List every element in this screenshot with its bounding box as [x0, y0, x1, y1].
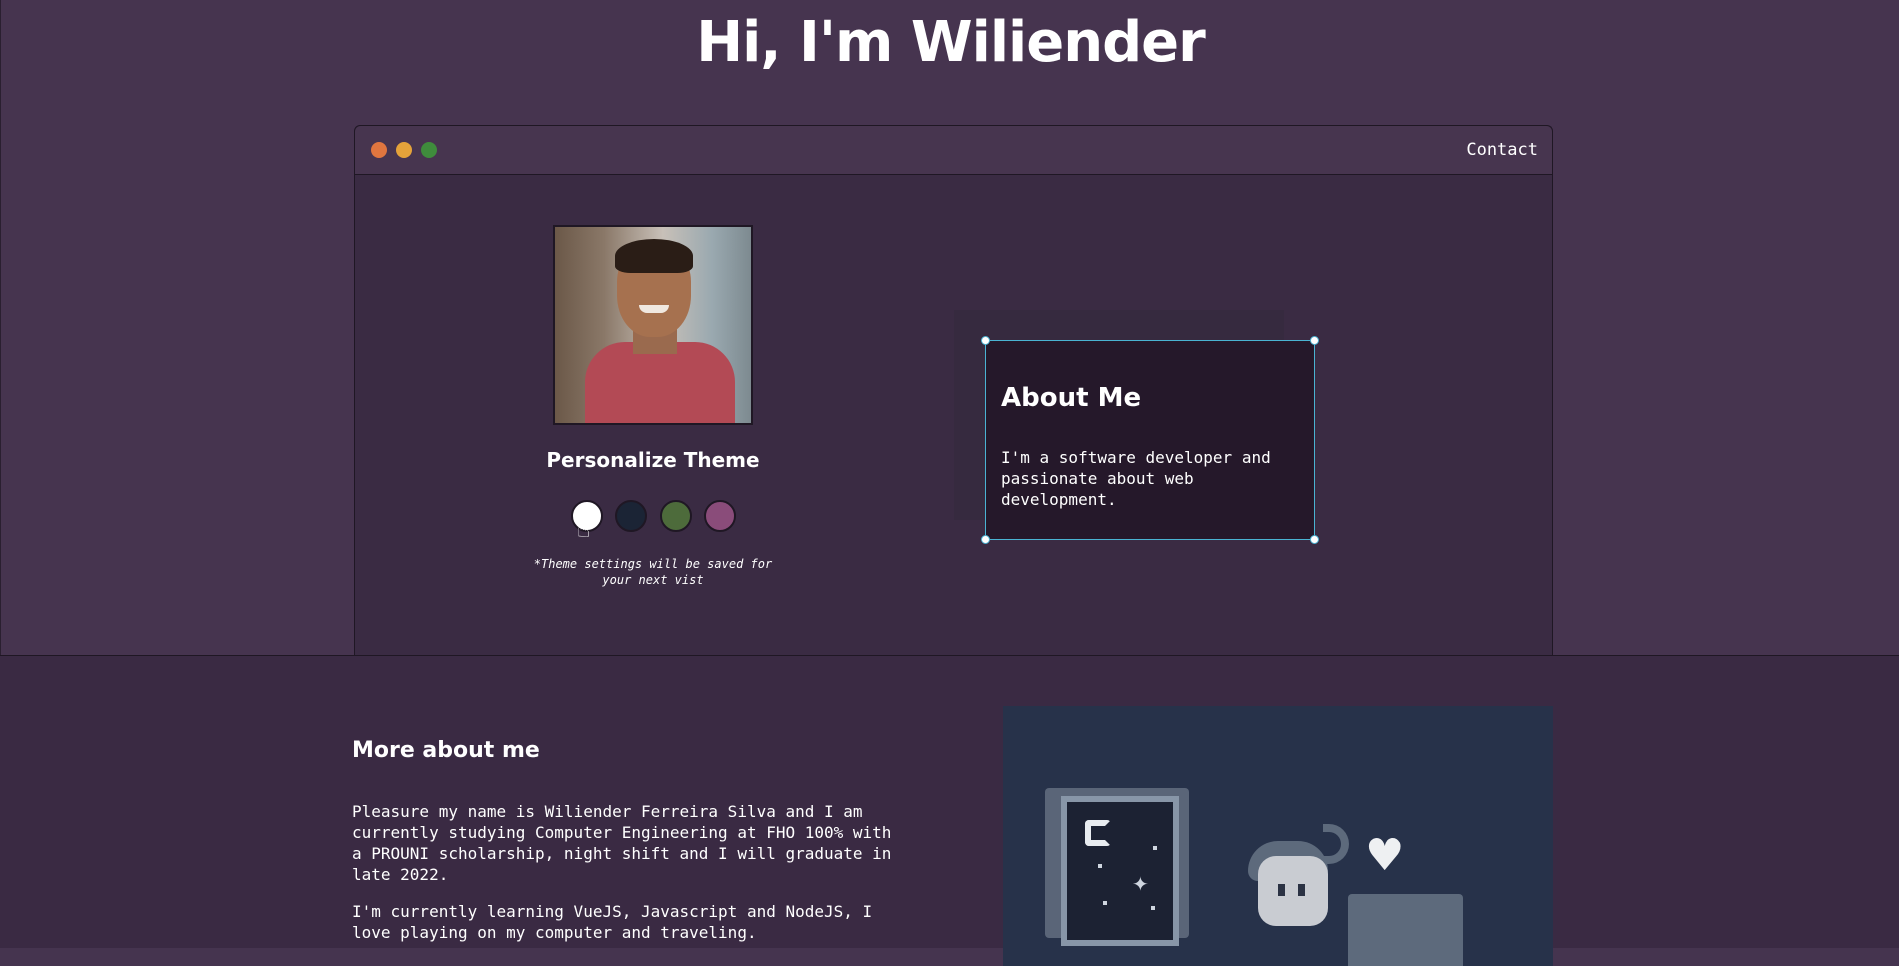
theme-swatch-navy[interactable]: [615, 500, 647, 532]
character-eye: [1298, 884, 1305, 896]
character-ponytail: [1323, 824, 1349, 864]
resize-handle-top-right[interactable]: [1310, 336, 1319, 345]
about-title: About Me: [1001, 383, 1142, 413]
avatar-shirt: [585, 342, 735, 423]
hero-section: Hi, I'm Wiliender Contact Personalize Th…: [0, 0, 1899, 655]
character-head: [1258, 856, 1328, 926]
theme-note: *Theme settings will be saved for your n…: [533, 557, 773, 587]
about-text: I'm a software developer and passionate …: [1001, 448, 1271, 509]
theme-swatch-green[interactable]: [660, 500, 692, 532]
resize-handle-bottom-left[interactable]: [981, 535, 990, 544]
maximize-window-dot: [421, 142, 437, 158]
minimize-window-dot: [396, 142, 412, 158]
close-window-dot: [371, 142, 387, 158]
contact-link[interactable]: Contact: [1466, 140, 1538, 160]
avatar-smile: [639, 305, 669, 313]
more-paragraph-1: Pleasure my name is Wiliender Ferreira S…: [352, 802, 892, 884]
more-about-section: More about me Pleasure my name is Wilien…: [0, 655, 1899, 966]
page-title: Hi, I'm Wiliender: [696, 10, 1206, 75]
star-dot: [1098, 864, 1102, 868]
star-dot: [1151, 906, 1155, 910]
more-title: More about me: [352, 738, 540, 763]
theme-title: Personalize Theme: [546, 448, 760, 472]
hand-cursor-icon: ☝: [577, 518, 591, 543]
star-icon: ✦: [1132, 872, 1149, 896]
browser-window: Contact Personalize Theme ☝ *Theme setti…: [354, 125, 1553, 655]
character-eye: [1278, 884, 1285, 896]
night-sky-illustration: [1061, 796, 1179, 946]
more-paragraph-2: I'm currently learning VueJS, Javascript…: [352, 902, 873, 942]
avatar: [553, 225, 753, 425]
about-card[interactable]: About Me I'm a software developer and pa…: [981, 336, 1319, 544]
developer-illustration: ✦ ♥: [1003, 706, 1553, 966]
heart-icon: ♥: [1365, 830, 1405, 881]
theme-swatch-purple[interactable]: [704, 500, 736, 532]
moon-icon: [1085, 820, 1111, 846]
laptop-illustration: [1348, 894, 1463, 966]
avatar-hair: [615, 239, 693, 273]
resize-handle-top-left[interactable]: [981, 336, 990, 345]
star-dot: [1153, 846, 1157, 850]
star-dot: [1103, 901, 1107, 905]
resize-handle-bottom-right[interactable]: [1310, 535, 1319, 544]
window-titlebar: Contact: [355, 126, 1552, 175]
